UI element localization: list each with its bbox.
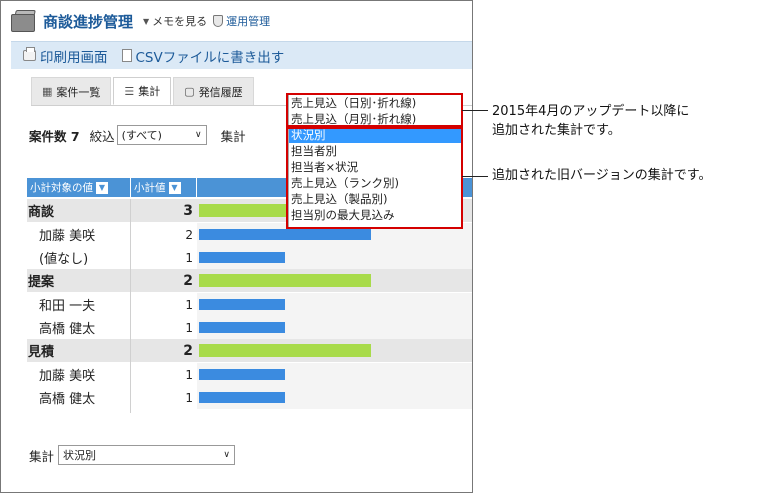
row-value: 1 bbox=[131, 293, 197, 316]
toolbar: 印刷用画面 CSVファイルに書き出す bbox=[11, 41, 472, 69]
row-name: 加藤 美咲 bbox=[27, 363, 130, 386]
narrow-label: 絞込 bbox=[89, 128, 115, 144]
chevron-down-icon: ∨ bbox=[194, 130, 202, 140]
group-row: 提案 2 bbox=[27, 269, 472, 292]
admin-link[interactable]: 運用管理 bbox=[213, 13, 270, 29]
table-row: 加藤 美咲 1 bbox=[27, 363, 472, 386]
row-name: 高橋 健太 bbox=[27, 316, 130, 339]
group-row: 見積 2 bbox=[27, 339, 472, 362]
row-value: 1 bbox=[131, 316, 197, 339]
row-bar bbox=[199, 299, 285, 310]
row-bar bbox=[199, 369, 285, 380]
table-row: 高橋 健太 1 bbox=[27, 386, 472, 409]
column-divider bbox=[130, 199, 131, 413]
narrow-select[interactable]: (すべて) ∨ bbox=[116, 125, 207, 145]
row-value: 1 bbox=[131, 246, 197, 269]
tab-list[interactable]: ▦ 案件一覧 bbox=[31, 77, 112, 105]
shield-icon bbox=[213, 15, 224, 27]
aggregate-select[interactable]: 状況別 ∨ bbox=[58, 445, 236, 465]
table-row: 高橋 健太 1 bbox=[27, 316, 472, 339]
row-name: 高橋 健太 bbox=[27, 386, 130, 409]
table-row: 和田 一夫 1 bbox=[27, 293, 472, 316]
briefcase-icon bbox=[9, 8, 39, 34]
app-window: 商談進捗管理 ▼ メモを見る 運用管理 印刷用画面 CSVファイルに書き出す ▦ 案… bbox=[0, 0, 473, 493]
bottom-aggregate: 集計 状況別 ∨ bbox=[29, 445, 236, 465]
chevron-down-icon: ∨ bbox=[223, 450, 231, 460]
printer-icon bbox=[23, 47, 36, 61]
print-button[interactable]: 印刷用画面 bbox=[23, 46, 108, 66]
callout-old: 追加された旧バージョンの集計です。 bbox=[492, 168, 712, 183]
group-bar bbox=[199, 344, 371, 357]
table-icon: ▦ bbox=[42, 85, 53, 98]
table-row: (値なし) 1 bbox=[27, 246, 472, 269]
tab-aggregate[interactable]: ☰ 集計 bbox=[113, 77, 172, 105]
aggregate-label-bottom: 集計 bbox=[29, 448, 55, 464]
col-subtotal-value[interactable]: 小計値 ▼ bbox=[131, 178, 197, 197]
group-value: 2 bbox=[183, 342, 193, 359]
tab-history[interactable]: ▢ 発信履歴 bbox=[173, 77, 254, 105]
csv-export-button[interactable]: CSVファイルに書き出す bbox=[121, 46, 284, 66]
triangle-down-icon: ▼ bbox=[143, 16, 150, 26]
row-value: 2 bbox=[131, 223, 197, 246]
row-value: 1 bbox=[131, 386, 197, 409]
history-icon: ▢ bbox=[184, 85, 195, 98]
row-name: 加藤 美咲 bbox=[27, 223, 130, 246]
memo-link[interactable]: ▼ メモを見る bbox=[143, 13, 207, 29]
row-value: 1 bbox=[131, 363, 197, 386]
group-bar bbox=[199, 274, 371, 287]
row-name: (値なし) bbox=[27, 246, 130, 269]
case-count: 案件数 7 bbox=[29, 128, 80, 144]
callout-new: 2015年4月のアップデート以降に 追加された集計です。 bbox=[492, 104, 690, 138]
row-bar bbox=[199, 322, 285, 333]
group-name: 提案 bbox=[28, 275, 55, 290]
col-subtotal-target[interactable]: 小計対象の値 ▼ bbox=[27, 178, 131, 197]
row-name: 和田 一夫 bbox=[27, 293, 130, 316]
row-bar bbox=[199, 252, 285, 263]
row-bar bbox=[199, 392, 285, 403]
group-name: 商談 bbox=[28, 205, 55, 220]
group-name: 見積 bbox=[28, 345, 55, 360]
sort-dropdown-icon[interactable]: ▼ bbox=[96, 181, 108, 194]
app-title: 商談進捗管理 bbox=[43, 12, 134, 31]
group-value: 2 bbox=[183, 272, 193, 289]
aggregate-label: 集計 bbox=[220, 128, 246, 144]
app-header: 商談進捗管理 ▼ メモを見る 運用管理 bbox=[9, 7, 270, 35]
sort-dropdown-icon[interactable]: ▼ bbox=[168, 181, 181, 194]
row-bar bbox=[199, 229, 371, 240]
highlight-new-aggregates bbox=[286, 93, 463, 127]
group-value: 3 bbox=[183, 202, 193, 219]
highlight-old-aggregates bbox=[286, 127, 463, 229]
tab-bar: ▦ 案件一覧 ☰ 集計 ▢ 発信履歴 bbox=[31, 77, 256, 105]
callout-line-old bbox=[462, 176, 488, 177]
filter-bar: 案件数 7 絞込 (すべて) ∨ 集計 bbox=[29, 125, 246, 145]
chart-icon: ☰ bbox=[124, 84, 135, 98]
document-icon bbox=[121, 49, 132, 62]
callout-line-new bbox=[462, 110, 488, 111]
